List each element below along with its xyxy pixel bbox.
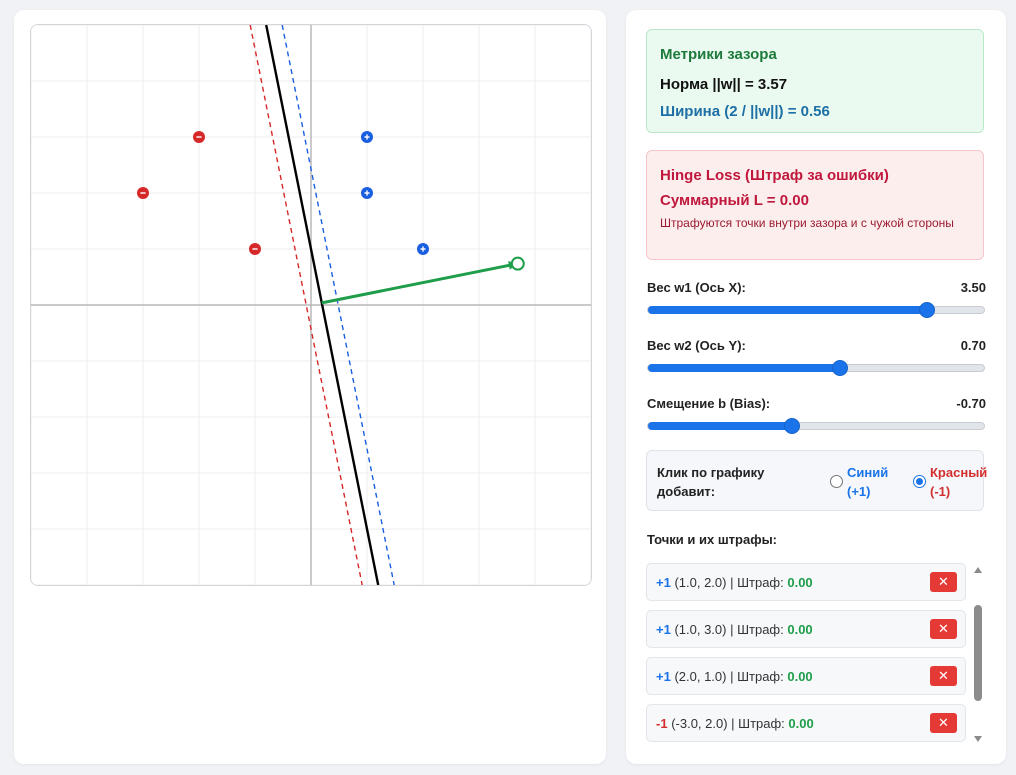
radio-blue[interactable] — [830, 475, 843, 488]
delete-point-button[interactable]: ✕ — [930, 572, 957, 592]
point-penalty-label: Штраф: — [737, 622, 784, 637]
margin-metrics-box: Метрики зазора Норма ||w|| = 3.57 Ширина… — [646, 29, 984, 133]
point-label: +1 — [656, 622, 671, 637]
delete-point-button[interactable]: ✕ — [930, 619, 957, 639]
point-penalty: 0.00 — [787, 669, 813, 684]
slider-w2-value: 0.70 — [960, 338, 986, 353]
point-row-text: -1 (-3.0, 2.0) | Штраф: 0.00 — [656, 716, 814, 731]
point-coords: (-3.0, 2.0) — [671, 716, 728, 731]
point-row-text: +1 (1.0, 3.0) | Штраф: 0.00 — [656, 622, 813, 637]
click-mode-label: Клик по графику добавит: — [657, 465, 765, 499]
slider-w1-value: 3.50 — [960, 280, 986, 295]
point-penalty: 0.00 — [788, 716, 814, 731]
slider-w1[interactable] — [647, 302, 985, 318]
slider-bias-fill — [648, 422, 793, 430]
slider-w2-fill — [648, 364, 840, 372]
point-coords: (1.0, 2.0) — [674, 575, 727, 590]
point-row: +1 (2.0, 1.0) | Штраф: 0.00 ✕ — [646, 657, 966, 695]
slider-w2-label: Вес w2 (Ось Y): — [647, 338, 746, 353]
point-penalty-label: Штраф: — [737, 669, 784, 684]
points-list-scrollbar[interactable] — [972, 563, 984, 744]
points-list: +1 (1.0, 2.0) | Штраф: 0.00 ✕ +1 (1.0, 3… — [646, 563, 968, 744]
norm-value: Норма ||w|| = 3.57 — [660, 76, 788, 93]
delete-point-button[interactable]: ✕ — [930, 666, 957, 686]
plot-canvas[interactable] — [31, 25, 591, 585]
margin-metrics-title: Метрики зазора — [660, 46, 777, 63]
svm-plot[interactable] — [30, 24, 592, 586]
point-row-text: +1 (2.0, 1.0) | Штраф: 0.00 — [656, 669, 813, 684]
radio-red[interactable] — [913, 475, 926, 488]
point-row: -1 (-3.0, 2.0) | Штраф: 0.00 ✕ — [646, 704, 966, 742]
point-penalty-label: Штраф: — [737, 575, 784, 590]
point-label: +1 — [656, 669, 671, 684]
point-penalty: 0.00 — [787, 622, 813, 637]
point-coords: (1.0, 3.0) — [674, 622, 727, 637]
weight-vector-handle[interactable] — [510, 256, 525, 271]
hinge-loss-total: Суммарный L = 0.00 — [660, 192, 809, 209]
hinge-loss-box: Hinge Loss (Штраф за ошибки) Суммарный L… — [646, 150, 984, 260]
radio-blue-label[interactable]: Синий (+1) — [847, 463, 902, 501]
point-penalty-label: Штраф: — [738, 716, 785, 731]
slider-bias-value: -0.70 — [956, 396, 986, 411]
point-label: +1 — [656, 575, 671, 590]
slider-w1-thumb[interactable] — [918, 302, 935, 318]
slider-w2-thumb[interactable] — [831, 360, 848, 376]
point-row-text: +1 (1.0, 2.0) | Штраф: 0.00 — [656, 575, 813, 590]
slider-w1-label: Вес w1 (Ось X): — [647, 280, 746, 295]
scroll-up-arrow-icon[interactable] — [974, 567, 982, 573]
scroll-down-arrow-icon[interactable] — [974, 736, 982, 742]
scrollbar-thumb[interactable] — [974, 605, 982, 701]
hinge-loss-title: Hinge Loss (Штраф за ошибки) — [660, 167, 889, 184]
point-label: -1 — [656, 716, 668, 731]
controls-panel: Метрики зазора Норма ||w|| = 3.57 Ширина… — [626, 10, 1006, 764]
point-penalty: 0.00 — [787, 575, 813, 590]
weight-vector — [321, 262, 519, 305]
point-row: +1 (1.0, 3.0) | Штраф: 0.00 ✕ — [646, 610, 966, 648]
points-list-heading: Точки и их штрафы: — [647, 532, 778, 547]
slider-bias[interactable] — [647, 418, 985, 434]
radio-red-label[interactable]: Красный (-1) — [930, 463, 987, 501]
slider-bias-thumb[interactable] — [784, 418, 801, 434]
point-coords: (2.0, 1.0) — [674, 669, 727, 684]
plot-card — [14, 10, 606, 764]
slider-w2[interactable] — [647, 360, 985, 376]
slider-bias-label: Смещение b (Bias): — [647, 396, 771, 411]
point-row: +1 (1.0, 2.0) | Штраф: 0.00 ✕ — [646, 563, 966, 601]
hinge-loss-note: Штрафуются точки внутри зазора и с чужой… — [660, 216, 954, 230]
click-mode-selector: Клик по графику добавит: Синий (+1) Крас… — [646, 450, 987, 511]
margin-width-value: Ширина (2 / ||w||) = 0.56 — [660, 103, 830, 120]
slider-w1-fill — [648, 306, 927, 314]
delete-point-button[interactable]: ✕ — [930, 713, 957, 733]
